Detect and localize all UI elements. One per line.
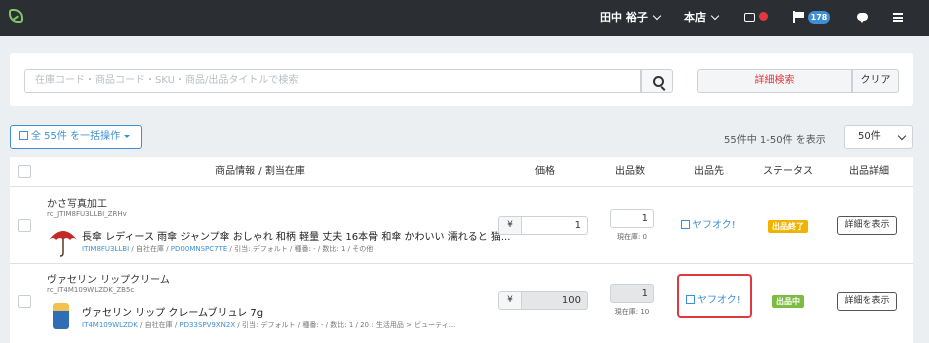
- edit-icon: [19, 131, 28, 140]
- chat-icon[interactable]: [857, 13, 868, 23]
- logo-icon[interactable]: [9, 9, 23, 23]
- flag-icon[interactable]: [793, 11, 804, 23]
- printer-icon[interactable]: [744, 13, 755, 22]
- quantity-input[interactable]: 1: [610, 209, 654, 228]
- advanced-search-button[interactable]: 詳細検索: [697, 69, 852, 93]
- product-thumbnail: [53, 303, 69, 329]
- select-all-checkbox[interactable]: [18, 165, 31, 178]
- notification-badge: 178: [808, 11, 830, 24]
- inventory-code-link[interactable]: ITIM8FU3LLBI: [82, 245, 129, 253]
- result-count: 55件中 1-50件 を表示: [724, 135, 826, 146]
- row-checkbox[interactable]: [18, 219, 31, 232]
- store-menu[interactable]: 本店: [684, 0, 720, 36]
- external-link-icon: [681, 220, 690, 229]
- meta-text: / 引当: デフォルト / 種番: - / 数比: 1 / その他: [227, 245, 374, 253]
- current-stock: 現在庫: 10: [614, 308, 650, 316]
- per-page-select[interactable]: 50件: [844, 125, 913, 149]
- product-title[interactable]: かさ写真加工: [47, 195, 107, 210]
- meta-text: / 自社在庫 /: [129, 245, 171, 253]
- quantity-input[interactable]: 1: [610, 284, 654, 303]
- chevron-down-icon: [652, 11, 662, 21]
- channel-label: ヤフオク!: [692, 220, 736, 231]
- product-code: rc_JTIM8FU3LLBI_ZRHv: [47, 210, 127, 218]
- store-name: 本店: [684, 11, 706, 24]
- user-menu[interactable]: 田中 裕子: [600, 0, 662, 36]
- divider: [10, 186, 913, 187]
- product-code-link[interactable]: PD00MNSPC7TE: [171, 245, 228, 253]
- menu-icon[interactable]: [893, 13, 903, 22]
- user-name: 田中 裕子: [600, 11, 648, 24]
- view-details-button[interactable]: 詳細を表示: [837, 292, 897, 311]
- status-badge: 出品終了: [768, 220, 808, 233]
- product-code: rc_IT4M109WLZDK_ZB5c: [47, 286, 135, 294]
- view-details-button[interactable]: 詳細を表示: [837, 216, 897, 235]
- header-quantity: 出品数: [615, 166, 645, 177]
- bulk-action-label: 全 55件 を一括操作: [31, 131, 121, 142]
- alert-dot: [759, 12, 768, 21]
- top-navbar: 田中 裕子 本店 178: [0, 0, 929, 36]
- search-button[interactable]: [641, 69, 673, 93]
- current-stock: 現在庫: 0: [616, 233, 648, 241]
- bulk-action-button[interactable]: 全 55件 を一括操作: [10, 125, 142, 149]
- header-channel: 出品先: [694, 166, 724, 177]
- header-price: 価格: [535, 166, 555, 177]
- price-input[interactable]: 100: [522, 291, 588, 310]
- product-name: 長傘 レディース 雨傘 ジャンプ傘 おしゃれ 和柄 軽量 丈夫 16本骨 和傘 …: [82, 232, 511, 243]
- channel-link[interactable]: ヤフオク!: [681, 216, 736, 231]
- inventory-code-link[interactable]: IT4M109WLZDK: [82, 321, 138, 329]
- row-checkbox[interactable]: [18, 295, 31, 308]
- header-status: ステータス: [763, 166, 813, 177]
- chevron-down-icon: [710, 11, 720, 21]
- divider: [10, 263, 913, 264]
- search-input[interactable]: 在庫コード・商品コード・SKU・商品/出品タイトルで検索: [24, 69, 641, 93]
- currency-label: ¥: [498, 291, 522, 310]
- header-product-info: 商品情報 / 割当在庫: [215, 166, 305, 177]
- price-input[interactable]: 1: [522, 216, 588, 235]
- meta-text: / 自社在庫 /: [137, 321, 180, 329]
- product-meta: ITIM8FU3LLBI / 自社在庫 / PD00MNSPC7TE / 引当:…: [82, 244, 373, 254]
- channel-link[interactable]: ヤフオク!: [686, 291, 741, 306]
- currency-label: ¥: [498, 216, 522, 235]
- search-icon: [653, 76, 664, 87]
- product-name: ヴァセリン リップ クレームブリュレ 7g: [82, 308, 264, 319]
- listing-table: 商品情報 / 割当在庫 価格 出品数 出品先 ステータス 出品詳細 かさ写真加工…: [10, 157, 913, 343]
- meta-text: / 引当: デフォルト / 種番: - / 数比: 1 / 20 : 生活用品 …: [235, 321, 456, 329]
- status-badge: 出品中: [772, 295, 804, 308]
- caret-down-icon: [124, 135, 131, 138]
- external-link-icon: [686, 295, 695, 304]
- product-title[interactable]: ヴァセリン リップクリーム: [47, 271, 170, 286]
- umbrella-icon: [49, 231, 77, 257]
- clear-button[interactable]: クリア: [852, 69, 899, 93]
- product-code-link[interactable]: PD33SPV9XN2X: [179, 321, 235, 329]
- channel-label: ヤフオク!: [697, 295, 741, 306]
- header-details: 出品詳細: [849, 166, 889, 177]
- product-meta: IT4M109WLZDK / 自社在庫 / PD33SPV9XN2X / 引当:…: [82, 320, 455, 330]
